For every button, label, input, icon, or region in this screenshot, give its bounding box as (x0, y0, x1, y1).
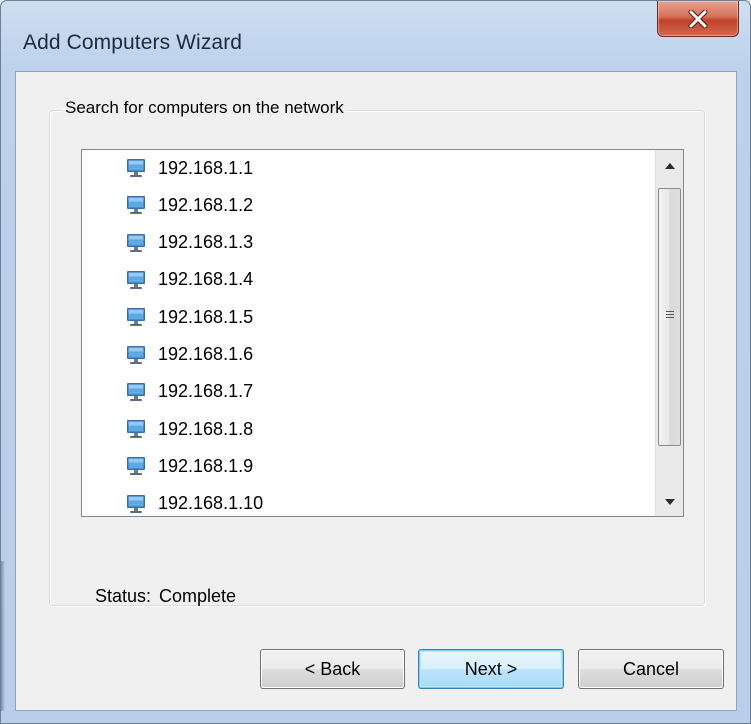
status-row: Status: Complete (95, 586, 236, 607)
computer-icon (126, 345, 146, 365)
computer-icon (126, 419, 146, 439)
title-bar[interactable]: Add Computers Wizard (1, 1, 750, 71)
status-label: Status: (95, 586, 152, 606)
dialog-client-area: Search for computers on the network 192.… (15, 71, 737, 711)
close-icon (688, 9, 708, 28)
computer-icon (126, 270, 146, 290)
scroll-up-button[interactable] (656, 150, 683, 180)
cancel-button[interactable]: Cancel (578, 649, 724, 689)
computer-list-item[interactable]: 192.168.1.7 (126, 377, 626, 407)
status-value: Complete (159, 586, 237, 606)
computer-list-item[interactable]: 192.168.1.3 (126, 228, 626, 258)
scroll-up-arrow-icon (664, 156, 675, 174)
computer-icon (126, 382, 146, 402)
scrollbar-thumb[interactable] (658, 188, 681, 446)
computer-ip-label: 192.168.1.3 (158, 232, 254, 253)
next-button[interactable]: Next > (418, 649, 564, 689)
computer-list[interactable]: 192.168.1.1 192.168.1.2 192.168.1.3 192.168… (81, 149, 684, 517)
scroll-down-arrow-icon (664, 492, 675, 510)
computer-list-item[interactable]: 192.168.1.10 (126, 489, 626, 516)
computer-icon (126, 307, 146, 327)
computer-ip-label: 192.168.1.9 (158, 455, 254, 476)
computer-ip-label: 192.168.1.2 (158, 194, 254, 215)
computer-ip-label: 192.168.1.1 (158, 157, 254, 178)
computer-ip-label: 192.168.1.7 (158, 381, 254, 402)
computer-list-item[interactable]: 192.168.1.5 (126, 302, 626, 332)
computer-list-item[interactable]: 192.168.1.6 (126, 340, 626, 370)
search-groupbox: Search for computers on the network 192.… (49, 98, 705, 607)
wizard-window: Add Computers Wizard Search for computer… (0, 0, 751, 724)
window-title: Add Computers Wizard (23, 31, 243, 54)
close-button[interactable] (657, 1, 739, 37)
back-button[interactable]: < Back (260, 649, 405, 689)
computer-list-item[interactable]: 192.168.1.2 (126, 190, 626, 220)
computer-list-item[interactable]: 192.168.1.9 (126, 451, 626, 481)
computer-list-item[interactable]: 192.168.1.4 (126, 265, 626, 295)
scrollbar-grip-icon (666, 311, 674, 321)
scroll-down-button[interactable] (656, 486, 683, 516)
computer-ip-label: 192.168.1.5 (158, 306, 254, 327)
computer-icon (126, 195, 146, 215)
computer-list-item[interactable]: 192.168.1.8 (126, 414, 626, 444)
computer-icon (126, 233, 146, 253)
computer-icon (126, 456, 146, 476)
computer-ip-label: 192.168.1.8 (158, 418, 254, 439)
vertical-scrollbar[interactable] (655, 150, 683, 516)
computer-icon (126, 158, 146, 178)
computer-ip-label: 192.168.1.10 (158, 493, 264, 514)
computer-ip-label: 192.168.1.4 (158, 269, 254, 290)
search-group-label: Search for computers on the network (62, 98, 347, 118)
window-frame-edge (1, 561, 5, 711)
computer-icon (126, 494, 146, 514)
computer-list-item[interactable]: 192.168.1.1 (126, 153, 626, 183)
computer-ip-label: 192.168.1.6 (158, 344, 254, 364)
computer-list-items: 192.168.1.1 192.168.1.2 192.168.1.3 192.168… (82, 150, 655, 516)
